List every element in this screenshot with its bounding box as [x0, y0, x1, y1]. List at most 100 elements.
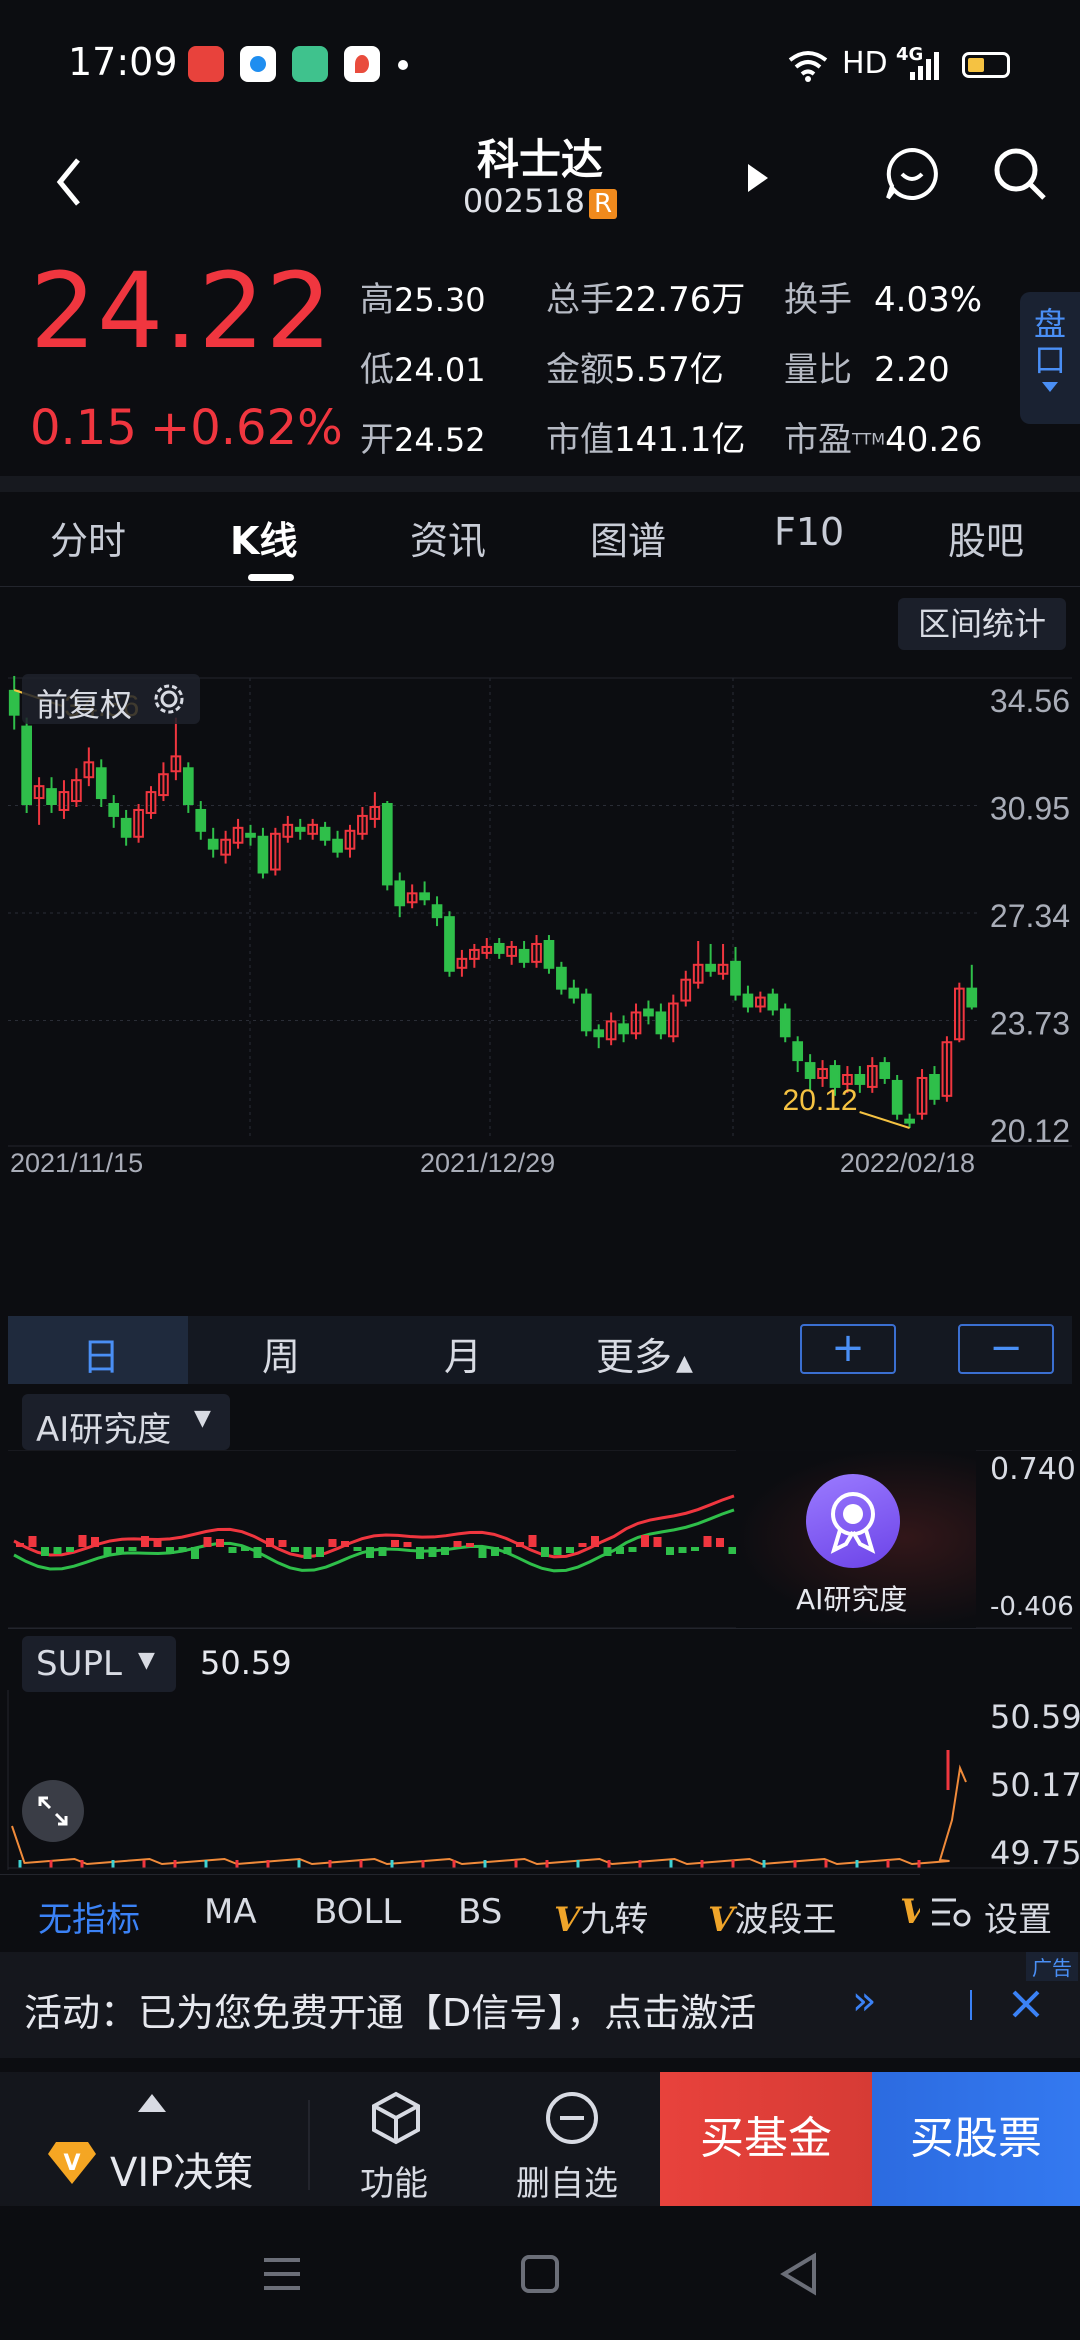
indicator-none[interactable]: 无指标 [38, 1892, 140, 1941]
indicator-nine-turn[interactable]: V九转 [554, 1892, 648, 1941]
ai-bar [478, 1547, 487, 1558]
candle-body [580, 993, 592, 1032]
promo-banner[interactable]: 广告 活动：已为您免费开通【D信号】，点击激活 » [0, 1952, 1080, 2058]
svg-text:V: V [63, 2151, 80, 2176]
remove-watchlist-label: 删自选 [516, 2164, 618, 2204]
y-tick-label: 20.12 [990, 1113, 1070, 1149]
amount-value: 5.57亿 [614, 350, 724, 390]
ai-bar [628, 1547, 637, 1552]
volume-value: 22.76万 [614, 280, 746, 320]
ai-bar [166, 1547, 174, 1554]
medal-icon [806, 1474, 900, 1568]
candle-body [120, 817, 132, 838]
x-tick-label: 2021/11/15 [10, 1148, 143, 1178]
indicator-divider [0, 1874, 1080, 1875]
tab-intraday[interactable]: 分时 [50, 510, 126, 565]
zoom-out-button[interactable]: − [958, 1324, 1054, 1374]
order-book-toggle[interactable]: 盘口 [1020, 292, 1080, 424]
tab-forum[interactable]: 股吧 [948, 510, 1024, 565]
period-month[interactable]: 月 [444, 1326, 482, 1381]
candle-body [792, 1041, 804, 1062]
ai-bar [528, 1535, 537, 1547]
indicator-ma[interactable]: MA [204, 1892, 257, 1932]
supl-indicator-select[interactable]: SUPL ▼ [22, 1636, 176, 1692]
ai-bar [503, 1547, 512, 1554]
ai-research-widget[interactable]: AI研究度 [736, 1448, 976, 1628]
ai-bar [191, 1547, 199, 1559]
candle-body [21, 725, 33, 806]
status-time: 17:09 [68, 40, 178, 84]
ai-bar [491, 1547, 499, 1556]
price-change-pct: +0.62% [150, 400, 343, 456]
candle-body [8, 689, 20, 716]
panel-divider [8, 1628, 1072, 1629]
order-book-label: 盘口 [1033, 305, 1066, 379]
candle-body [904, 1118, 915, 1124]
candle-body [879, 1062, 891, 1079]
vip-diamond-icon: V [48, 2142, 96, 2184]
indicator-settings[interactable]: 设置 [920, 1874, 1080, 1954]
ai-bar [553, 1547, 562, 1555]
ai-bar [116, 1547, 124, 1553]
home-icon[interactable] [520, 2254, 560, 2294]
quote-market-cap: 市值141.1亿 [546, 412, 745, 461]
period-more[interactable]: 更多 ▲ [596, 1326, 693, 1381]
candle-body [431, 904, 443, 919]
ai-bar [91, 1537, 99, 1547]
back-nav-icon[interactable] [778, 2252, 818, 2296]
ai-bar [78, 1535, 87, 1547]
ai-bar [691, 1547, 699, 1551]
bottom-divider [308, 2100, 310, 2190]
tab-f10[interactable]: F10 [774, 510, 844, 554]
ad-tag: 广告 [1026, 1952, 1078, 1981]
period-day[interactable]: 日 [82, 1326, 120, 1381]
function-button[interactable]: 功能 [352, 2084, 472, 2204]
tab-kline[interactable]: K线 [230, 510, 297, 565]
ai-bar [591, 1536, 599, 1547]
candle-body [245, 832, 256, 838]
expand-chart-button[interactable] [22, 1780, 84, 1842]
supl-tick-top: 50.59 [990, 1698, 1080, 1736]
vip-decision-button[interactable]: V VIP决策 [40, 2094, 300, 2196]
candle-body [618, 1023, 629, 1035]
ai-bar [216, 1539, 224, 1547]
high-label: 高 [360, 280, 394, 320]
interval-stats-button[interactable]: 区间统计 [898, 598, 1066, 650]
adjust-button[interactable]: 前复权 [22, 674, 200, 724]
candle-body [767, 993, 779, 1011]
ai-bar [416, 1547, 424, 1559]
y-tick-label: 27.34 [990, 898, 1070, 934]
margin-badge: R [589, 189, 618, 219]
ai-bar [278, 1540, 287, 1547]
period-more-label: 更多 [596, 1335, 673, 1379]
open-label: 开 [360, 420, 394, 460]
app-notification-icon [292, 46, 328, 82]
volume-label: 总手 [546, 280, 614, 320]
ai-bar [578, 1543, 587, 1547]
pe-value: 40.26 [885, 420, 983, 460]
settings-icon [932, 1898, 971, 1927]
candle-body [182, 767, 194, 806]
period-week[interactable]: 周 [262, 1326, 300, 1381]
zoom-in-button[interactable]: + [800, 1324, 896, 1374]
quote-pe: 市盈TTM40.26 [784, 412, 982, 461]
candle-body [966, 987, 978, 1008]
adjust-label: 前复权 [36, 686, 133, 724]
ai-bar [541, 1547, 549, 1557]
buy-stock-button[interactable]: 买股票 [872, 2072, 1080, 2206]
kline-chart[interactable]: 34.56 30.95 27.34 23.73 20.12 2021/11/15 2021/… [0, 660, 1080, 1310]
ai-indicator-select[interactable]: AI研究度 ▼ [22, 1394, 230, 1450]
indicator-boll[interactable]: BOLL [314, 1892, 401, 1932]
close-icon[interactable] [1010, 1988, 1042, 2020]
indicator-band-king[interactable]: V波段王 [708, 1892, 836, 1941]
indicator-bs[interactable]: BS [458, 1892, 502, 1932]
recent-apps-icon[interactable] [262, 2256, 302, 2292]
candle-body [46, 788, 57, 806]
tab-news[interactable]: 资讯 [410, 510, 486, 565]
tab-graph[interactable]: 图谱 [590, 510, 666, 565]
ai-bar [266, 1538, 274, 1547]
buy-fund-button[interactable]: 买基金 [660, 2072, 872, 2206]
remove-watchlist-button[interactable]: 删自选 [512, 2084, 642, 2204]
candle-body [95, 767, 107, 800]
tab-active-indicator [248, 574, 294, 581]
